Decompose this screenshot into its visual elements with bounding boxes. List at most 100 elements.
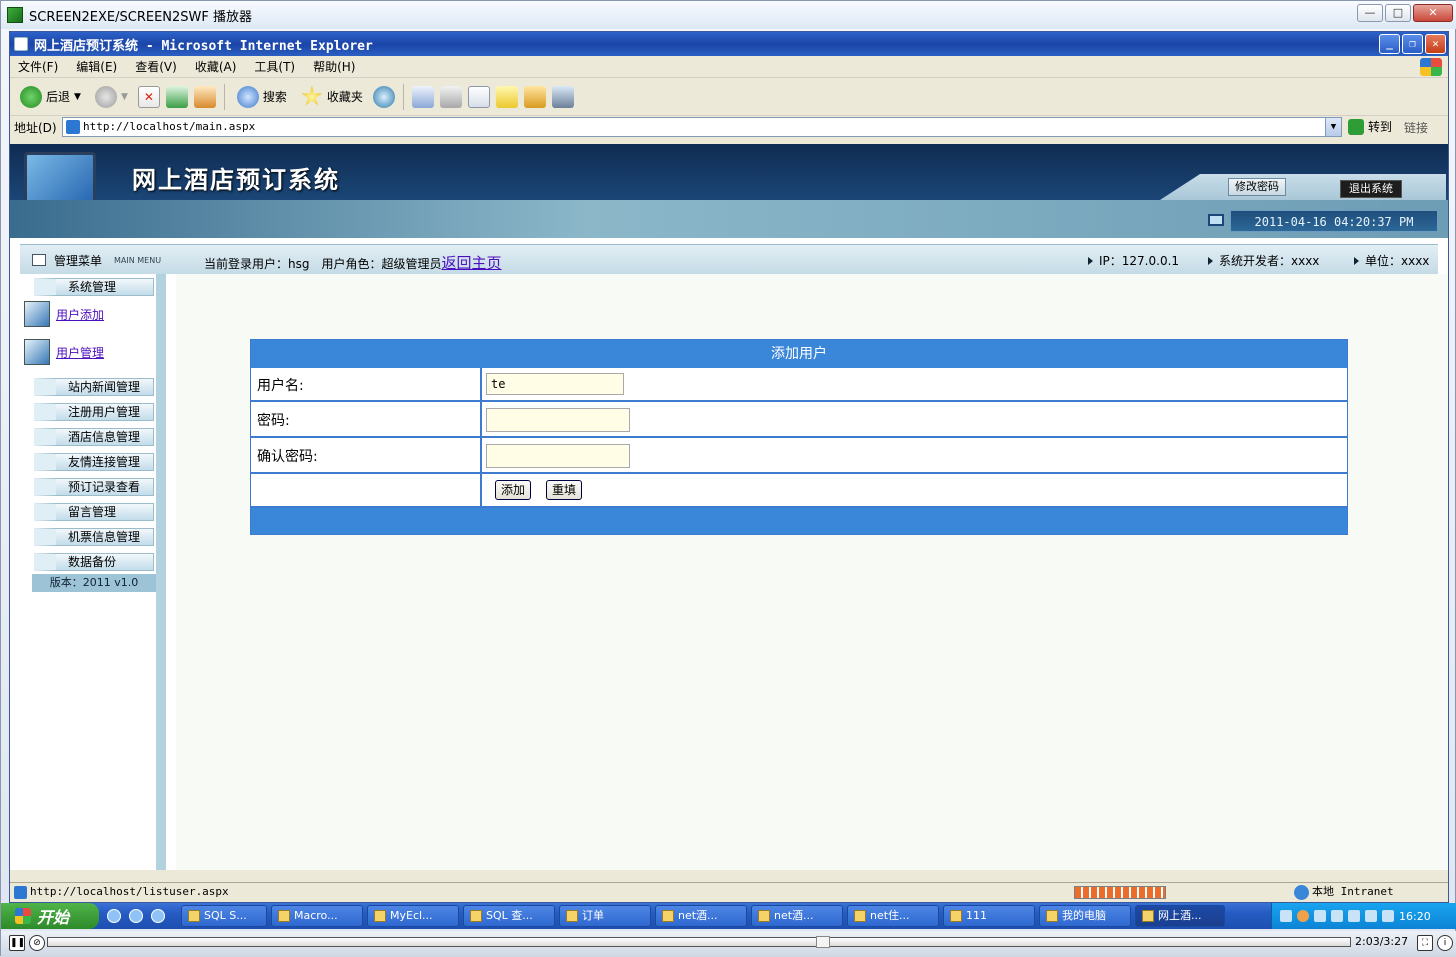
ie-minimize-button[interactable]: _ [1379,34,1400,54]
status-page-icon [14,886,27,899]
developer-text: 系统开发者：xxxx [1219,254,1320,268]
sql-icon [188,910,200,922]
menu-file[interactable]: 文件(F) [18,58,58,75]
start-button[interactable]: 开始 [1,903,99,929]
taskbar-item-macromedia[interactable]: Macro... [271,905,363,927]
sidebar-link-user-manage[interactable]: 用户管理 [24,339,104,365]
word-edit-icon[interactable] [467,85,490,108]
menu-favorites[interactable]: 收藏(A) [195,58,237,75]
forward-button[interactable]: ▼ [91,82,132,112]
sidebar-item-bookings[interactable]: 预订记录查看 [34,478,154,496]
reset-button[interactable]: 重填 [546,480,583,500]
start-label: 开始 [37,908,70,927]
home-icon[interactable] [193,85,216,108]
ie-window: 网上酒店预订系统 - Microsoft Internet Explorer _… [9,31,1449,903]
player-close-button[interactable]: ✕ [1413,4,1453,22]
seek-thumb[interactable] [816,936,830,948]
taskbar-item-net-lodging[interactable]: net住... [847,905,939,927]
network-icon[interactable] [1314,910,1326,922]
task-label: net住... [870,909,910,922]
sidebar-item-flights[interactable]: 机票信息管理 [34,528,154,546]
task-label: 我的电脑 [1062,909,1106,922]
datetime-display: 2011-04-16 04:20:37 PM [1230,210,1438,232]
seek-bar[interactable] [47,936,1351,948]
sidebar-item-news[interactable]: 站内新闻管理 [34,378,154,396]
confirm-password-input[interactable] [486,444,630,468]
player-controls: ❚❚ ⊘ 2:03/3:27 ⛶ i [1,931,1456,957]
book-icon[interactable] [523,85,546,108]
loading-progress-bar [1074,886,1166,899]
player-app-icon [7,7,23,23]
player-maximize-button[interactable]: □ [1385,4,1411,22]
taskbar-item-sql-server[interactable]: SQL S... [181,905,267,927]
home-link[interactable]: 返回主页 [441,254,501,272]
refresh-icon[interactable] [165,85,188,108]
keyboard-icon[interactable] [1280,910,1292,922]
links-label[interactable]: 链接 [1404,119,1428,136]
back-dropdown-icon[interactable]: ▼ [74,92,81,102]
sidebar-item-messages[interactable]: 留言管理 [34,503,154,521]
forward-dropdown-icon[interactable]: ▼ [121,92,128,102]
taskbar-item-net-hotel-2[interactable]: net酒... [751,905,843,927]
history-icon[interactable] [372,85,395,108]
tray-arrow-icon[interactable] [1297,910,1309,922]
search-button[interactable]: 搜索 [233,82,291,112]
banner-toolbar [1160,174,1446,200]
pause-icon[interactable]: ❚❚ [9,935,25,951]
messenger-icon[interactable] [551,85,574,108]
ie-close-button[interactable]: ✕ [1425,34,1446,54]
menu-edit[interactable]: 编辑(E) [76,58,117,75]
sql-agent-icon[interactable] [1382,910,1394,922]
player-minimize-button[interactable]: — [1357,4,1383,22]
sidebar-item-hotel-info[interactable]: 酒店信息管理 [34,428,154,446]
info-icon[interactable]: ⊘ [29,935,45,951]
add-button[interactable]: 添加 [495,480,532,500]
bullet-arrow-icon [1088,257,1093,265]
print-icon[interactable] [439,85,462,108]
sidebar-item-friend-links[interactable]: 友情连接管理 [34,453,154,471]
change-password-button[interactable]: 修改密码 [1228,178,1286,196]
sidebar-item-registered-users[interactable]: 注册用户管理 [34,403,154,421]
username-input[interactable]: te [486,373,624,395]
taskbar-item-net-hotel-1[interactable]: net酒... [655,905,747,927]
logout-button[interactable]: 退出系统 [1340,180,1402,198]
quicklaunch-desktop-icon[interactable] [151,909,165,923]
player-title: SCREEN2EXE/SCREEN2SWF 播放器 [29,9,252,25]
taskbar-item-hotel-site[interactable]: 网上酒... [1135,905,1225,927]
mail-icon[interactable] [411,85,434,108]
quicklaunch-outlook-icon[interactable] [129,909,143,923]
clock-monitor-icon [1208,214,1224,226]
go-button[interactable]: 转到 [1348,118,1392,135]
password-input[interactable] [486,408,630,432]
taskbar-item-my-computer[interactable]: 我的电脑 [1039,905,1131,927]
stop-icon[interactable]: ✕ [137,85,160,108]
form-row-confirm: 确认密码: [251,438,1347,474]
taskbar-item-111[interactable]: 111 [943,905,1035,927]
about-icon[interactable]: i [1437,935,1453,951]
sidebar-link-user-add[interactable]: 用户添加 [24,301,104,327]
menu-tools[interactable]: 工具(T) [254,58,295,75]
security-icon[interactable] [1365,910,1377,922]
address-dropdown-icon[interactable]: ▼ [1325,118,1341,136]
note-icon[interactable] [495,85,518,108]
taskbar-item-orders[interactable]: 订单 [559,905,651,927]
user-manage-link[interactable]: 用户管理 [56,344,104,361]
sidebar-item-backup[interactable]: 数据备份 [34,553,154,571]
ie-restore-button[interactable]: ❐ [1402,34,1423,54]
display-icon[interactable] [1331,910,1343,922]
taskbar-item-sql-query[interactable]: SQL 查... [463,905,555,927]
toolbar-separator [223,83,225,110]
sidebar-item-system[interactable]: 系统管理 [34,278,154,296]
menu-view[interactable]: 查看(V) [135,58,177,75]
ie-title: 网上酒店预订系统 - Microsoft Internet Explorer [34,38,373,54]
favorites-button[interactable]: 收藏夹 [297,82,367,112]
fullscreen-icon[interactable]: ⛶ [1417,935,1433,951]
macromedia-icon [278,910,290,922]
menu-help[interactable]: 帮助(H) [313,58,355,75]
quicklaunch-ie-icon[interactable] [107,909,121,923]
taskbar-item-myeclipse[interactable]: MyEcl... [367,905,459,927]
address-input[interactable]: http://localhost/main.aspx ▼ [62,117,1342,137]
volume-icon[interactable] [1348,910,1360,922]
back-button[interactable]: 后退 ▼ [16,82,85,112]
user-add-link[interactable]: 用户添加 [56,306,104,323]
